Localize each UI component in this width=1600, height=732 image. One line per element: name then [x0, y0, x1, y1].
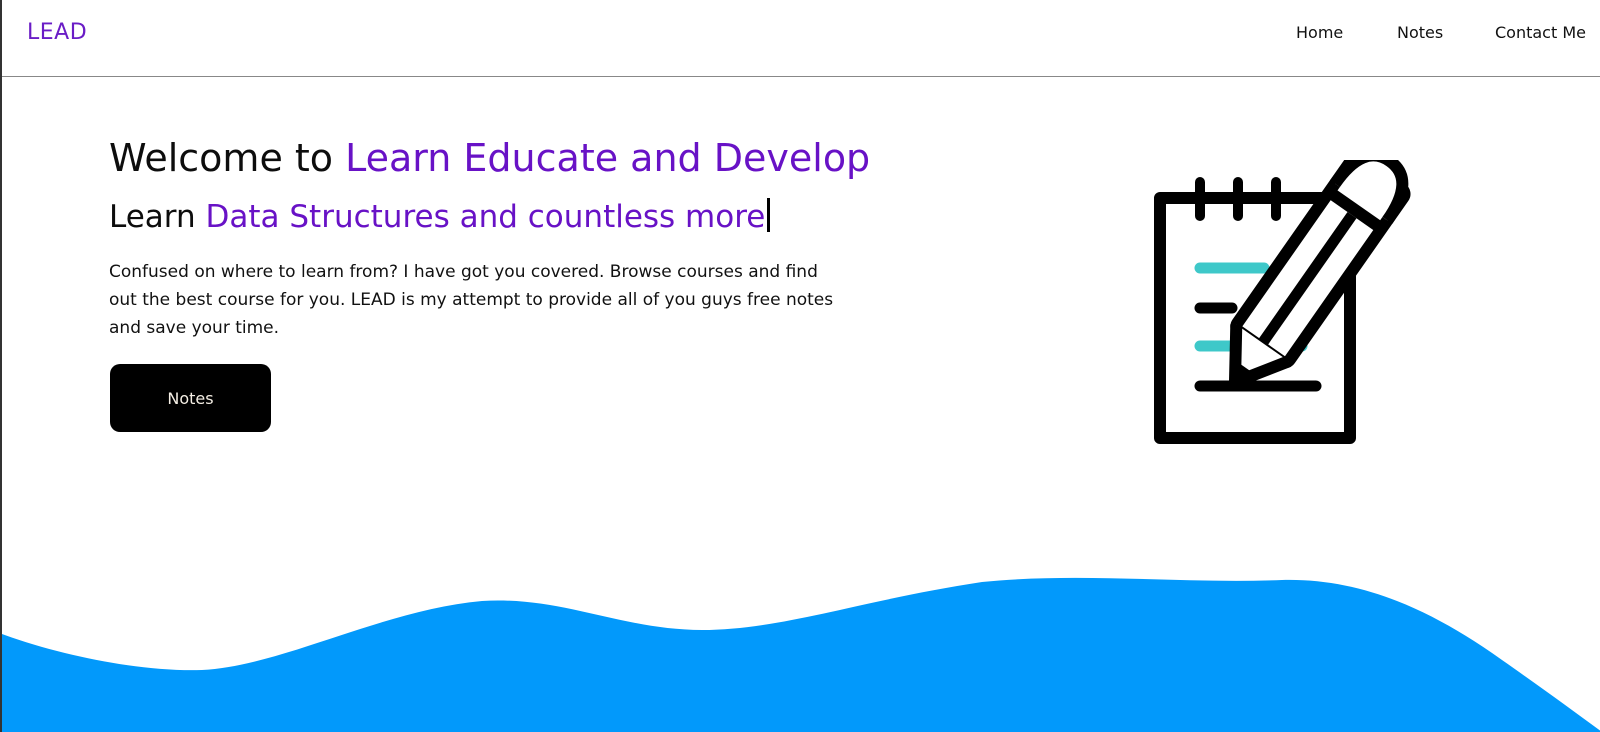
nav-links: Home Notes Contact Me	[2, 23, 1600, 47]
wave-decoration	[2, 577, 1600, 732]
notepad-pencil-icon	[1154, 160, 1411, 444]
nav-link-home[interactable]: Home	[1296, 23, 1343, 42]
hero-title-accent: Learn Educate and Develop	[345, 136, 871, 180]
landing-page: LEAD Home Notes Contact Me Welcome to Le…	[0, 0, 1600, 732]
hero-description: Confused on where to learn from? I have …	[109, 262, 834, 338]
hero-title-prefix: Welcome to	[109, 136, 346, 180]
nav-link-notes[interactable]: Notes	[1397, 23, 1443, 42]
hero-title: Welcome to Learn Educate and Develop	[109, 136, 870, 180]
hero-subtitle-accent: Data Structures and countless more	[205, 199, 766, 235]
hero-subtitle: Learn Data Structures and countless more	[109, 198, 771, 235]
typing-cursor	[767, 198, 771, 232]
navbar: LEAD Home Notes Contact Me	[2, 0, 1600, 77]
hero-subtitle-prefix: Learn	[109, 199, 206, 235]
notes-button[interactable]: Notes	[110, 364, 271, 432]
nav-link-contact-me[interactable]: Contact Me	[1495, 23, 1586, 42]
